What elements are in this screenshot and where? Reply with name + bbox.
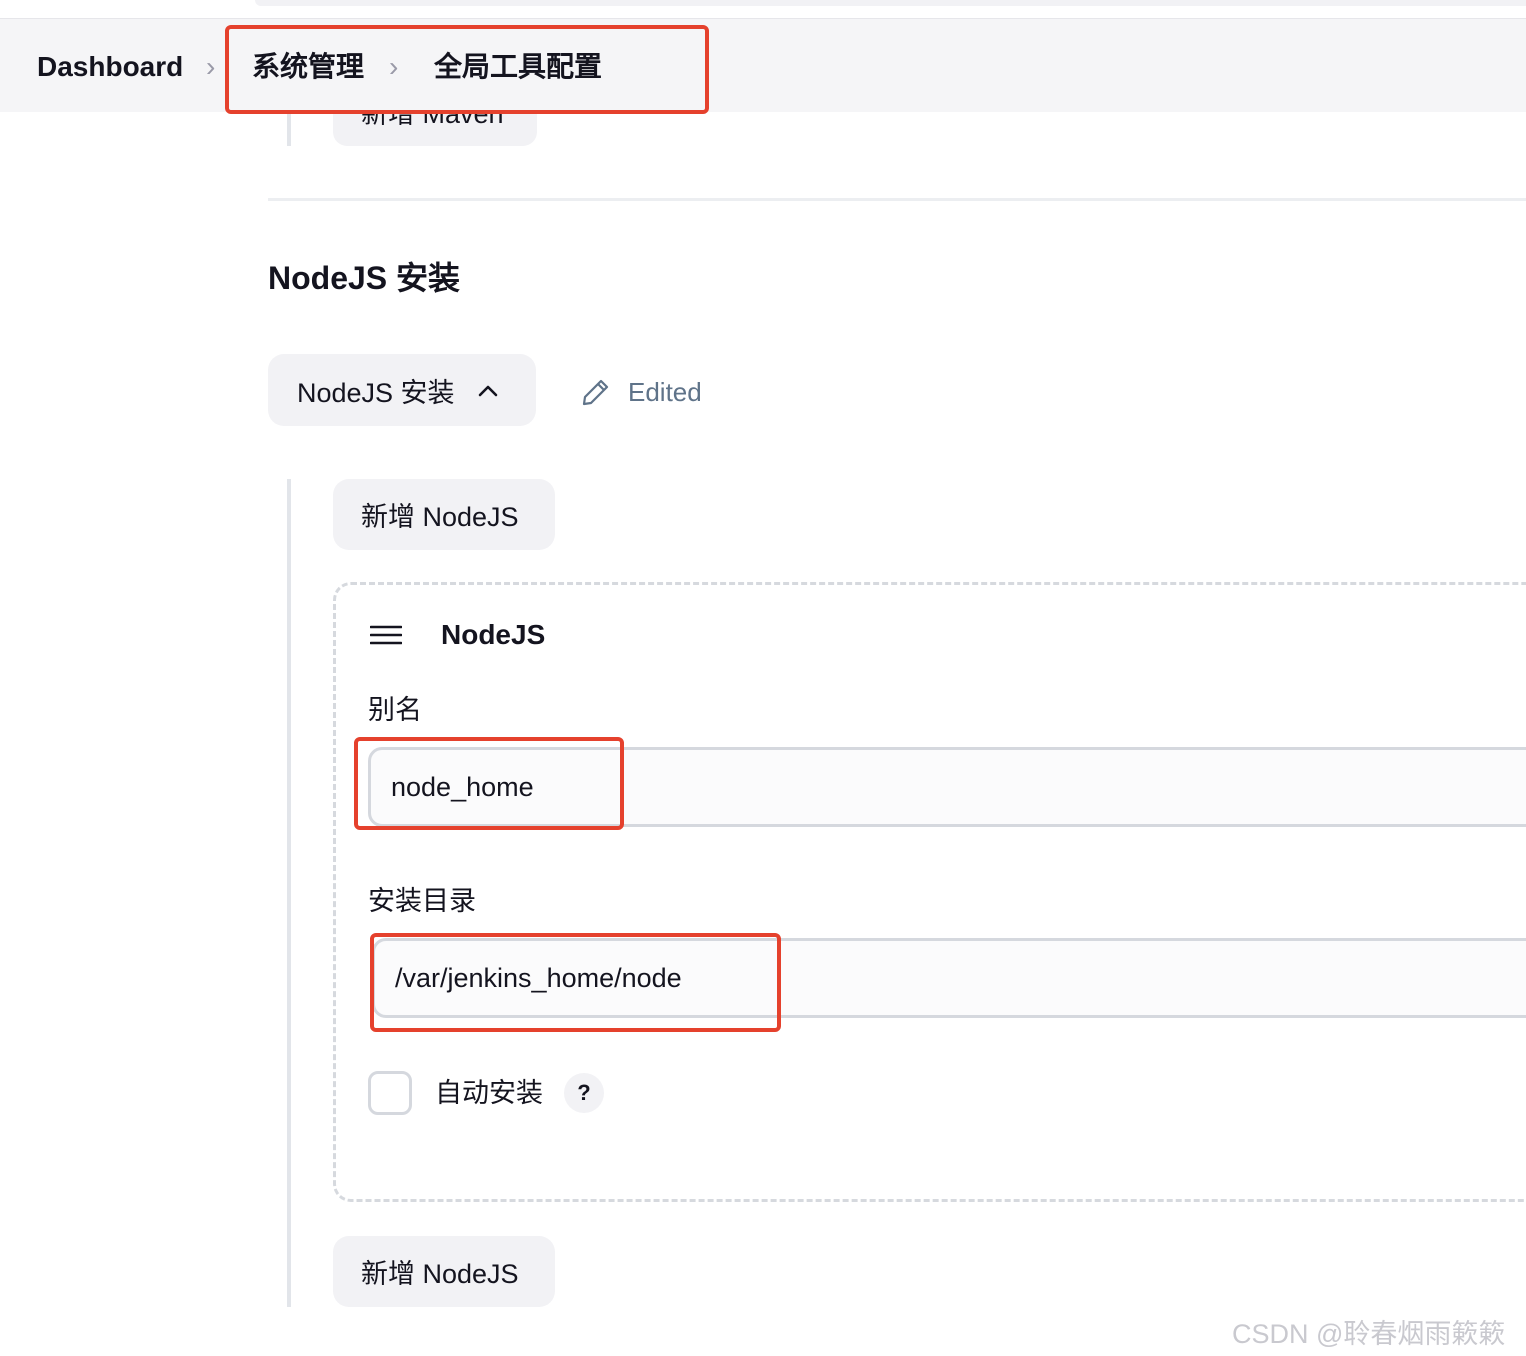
nodejs-nested-line <box>287 479 291 1307</box>
auto-install-checkbox[interactable] <box>368 1071 412 1115</box>
watermark: CSDN @聆春烟雨簌簌 <box>1232 1319 1506 1349</box>
breadcrumb-global-tool-config[interactable]: 全局工具配置 <box>434 50 602 84</box>
alias-value: node_home <box>391 771 534 802</box>
install-dir-label: 安装目录 <box>368 886 476 916</box>
breadcrumb-separator-icon: › <box>206 51 216 82</box>
breadcrumb-separator-icon: › <box>389 51 399 82</box>
nodejs-collapse-toggle[interactable]: NodeJS 安装 <box>268 354 536 426</box>
edited-indicator: Edited <box>580 372 702 412</box>
add-nodejs-label: 新增 NodeJS <box>361 502 519 532</box>
install-dir-value: /var/jenkins_home/node <box>395 962 682 993</box>
top-strip <box>255 0 1526 6</box>
chevron-up-icon <box>477 383 499 397</box>
breadcrumb-dashboard[interactable]: Dashboard <box>37 50 183 84</box>
install-dir-input[interactable]: /var/jenkins_home/node <box>372 938 1526 1018</box>
alias-label: 别名 <box>368 695 422 725</box>
drag-handle-icon[interactable] <box>370 624 402 646</box>
help-icon[interactable]: ? <box>564 1073 604 1113</box>
breadcrumb-system-management[interactable]: 系统管理 <box>252 50 364 84</box>
breadcrumb-bar: Dashboard › 系统管理 › 全局工具配置 <box>0 18 1526 112</box>
alias-input[interactable]: node_home <box>368 747 1526 827</box>
edited-label: Edited <box>628 376 702 407</box>
section-divider <box>268 198 1526 201</box>
add-nodejs-button-top[interactable]: 新增 NodeJS <box>333 479 555 550</box>
nodejs-section-title: NodeJS 安装 <box>268 260 461 296</box>
add-nodejs-button-bottom[interactable]: 新增 NodeJS <box>333 1236 555 1307</box>
pencil-icon <box>580 377 611 408</box>
add-nodejs-label: 新增 NodeJS <box>361 1259 519 1289</box>
nodejs-toggle-label: NodeJS 安装 <box>297 377 455 408</box>
installation-header: NodeJS <box>441 619 546 650</box>
auto-install-label[interactable]: 自动安装 <box>435 1076 543 1110</box>
